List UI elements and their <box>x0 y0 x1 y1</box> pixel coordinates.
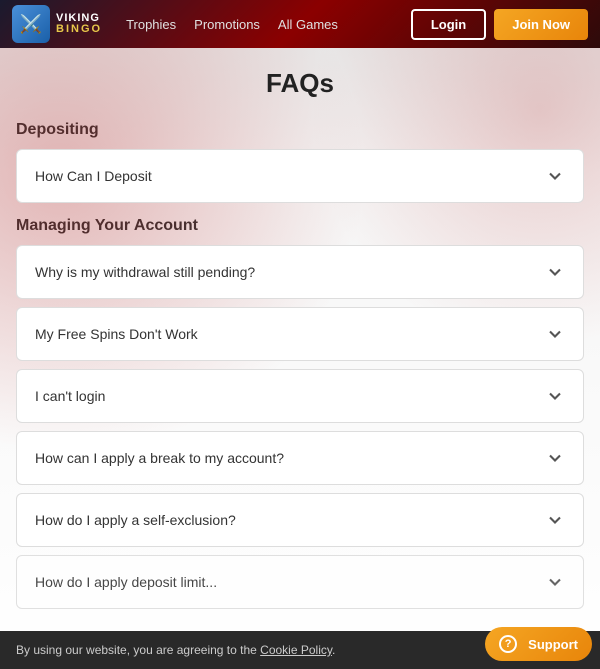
depositing-heading: Depositing <box>16 121 584 139</box>
logo[interactable]: ⚔️ VIKING BINGO <box>12 5 102 43</box>
support-button[interactable]: ? Support <box>485 627 592 661</box>
chevron-down-icon <box>545 324 565 344</box>
chevron-down-icon <box>545 448 565 468</box>
chevron-down-icon <box>545 386 565 406</box>
faq-break-label: How can I apply a break to my account? <box>35 450 284 466</box>
faq-deposit-label: How Can I Deposit <box>35 168 152 184</box>
faq-break[interactable]: How can I apply a break to my account? <box>16 431 584 485</box>
promotions-link[interactable]: Promotions <box>194 17 260 32</box>
cookie-policy-link[interactable]: Cookie Policy <box>260 643 332 657</box>
navigation: ⚔️ VIKING BINGO Trophies Promotions All … <box>0 0 600 48</box>
logo-icon: ⚔️ <box>12 5 50 43</box>
faq-deposit[interactable]: How Can I Deposit <box>16 149 584 203</box>
faq-login[interactable]: I can't login <box>16 369 584 423</box>
page-title: FAQs <box>16 68 584 99</box>
nav-actions: Login Join Now <box>411 9 588 40</box>
logo-bottom: BINGO <box>56 24 102 35</box>
support-circle-icon: ? <box>499 635 517 653</box>
join-button[interactable]: Join Now <box>494 9 588 40</box>
faq-deposit-limit-label: How do I apply deposit limit... <box>35 574 217 590</box>
chevron-down-icon <box>545 262 565 282</box>
faq-self-exclusion[interactable]: How do I apply a self-exclusion? <box>16 493 584 547</box>
all-games-link[interactable]: All Games <box>278 17 338 32</box>
depositing-section: Depositing How Can I Deposit <box>16 121 584 203</box>
main-content: FAQs Depositing How Can I Deposit Managi… <box>0 48 600 669</box>
cookie-message: By using our website, you are agreeing t… <box>16 643 260 657</box>
faq-withdrawal-label: Why is my withdrawal still pending? <box>35 264 255 280</box>
logo-text: VIKING BINGO <box>56 13 102 35</box>
viking-icon: ⚔️ <box>20 14 42 35</box>
faq-self-exclusion-label: How do I apply a self-exclusion? <box>35 512 236 528</box>
chevron-down-icon <box>545 572 565 592</box>
chevron-down-icon <box>545 166 565 186</box>
nav-links: Trophies Promotions All Games <box>126 17 395 32</box>
faq-withdrawal[interactable]: Why is my withdrawal still pending? <box>16 245 584 299</box>
managing-section: Managing Your Account Why is my withdraw… <box>16 217 584 609</box>
faq-free-spins-label: My Free Spins Don't Work <box>35 326 198 342</box>
faq-free-spins[interactable]: My Free Spins Don't Work <box>16 307 584 361</box>
support-label: Support <box>528 637 578 652</box>
faq-deposit-limit[interactable]: How do I apply deposit limit... <box>16 555 584 609</box>
faq-login-label: I can't login <box>35 388 105 404</box>
cookie-text: By using our website, you are agreeing t… <box>16 643 557 657</box>
managing-heading: Managing Your Account <box>16 217 584 235</box>
trophies-link[interactable]: Trophies <box>126 17 176 32</box>
chevron-down-icon <box>545 510 565 530</box>
login-button[interactable]: Login <box>411 9 486 40</box>
